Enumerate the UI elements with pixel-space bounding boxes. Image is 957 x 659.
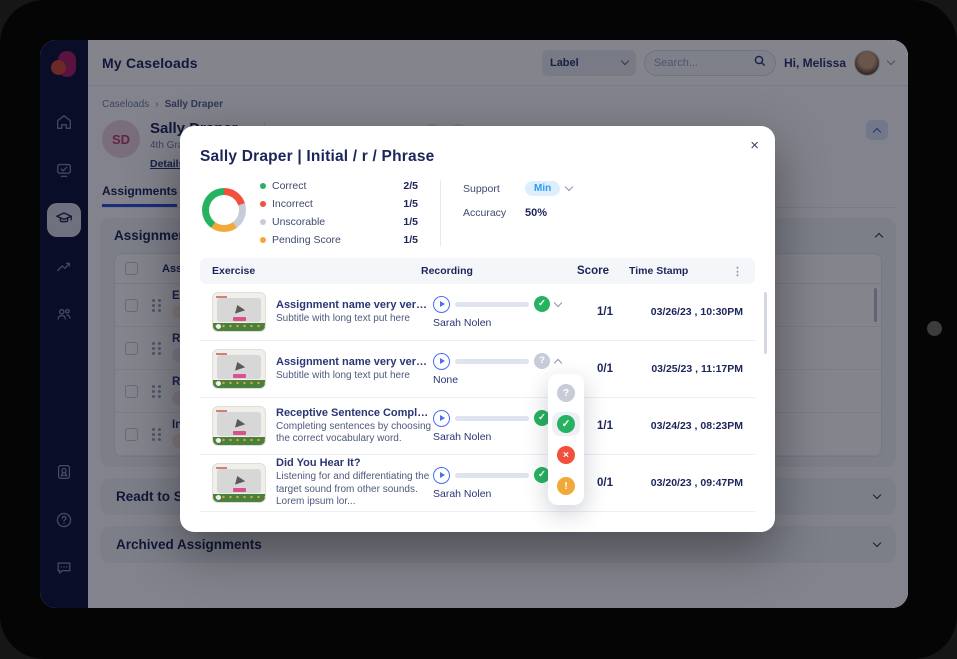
score-summary: Correct2/5 Incorrect1/5 Unscorable1/5 Pe…	[200, 180, 755, 246]
support-value-pill[interactable]: Min	[525, 181, 560, 196]
summary-divider	[440, 180, 441, 246]
play-button[interactable]	[433, 296, 450, 313]
legend-dot	[260, 183, 266, 189]
close-icon[interactable]: ×	[750, 138, 759, 153]
score-value: 0/1	[583, 477, 627, 489]
accuracy-label: Accuracy	[463, 207, 525, 219]
timestamp: 03/26/23 , 10:30PM	[627, 306, 743, 318]
play-button[interactable]	[433, 353, 450, 370]
exercise-thumbnail	[212, 292, 266, 332]
support-label: Support	[463, 183, 525, 195]
chevron-down-icon[interactable]	[554, 298, 562, 306]
exercise-row[interactable]: Assignment name very very vey long h....…	[200, 341, 755, 398]
score-legend: Correct2/5 Incorrect1/5 Unscorable1/5 Pe…	[260, 180, 418, 246]
legend-dot	[260, 237, 266, 243]
play-button[interactable]	[433, 467, 450, 484]
exercise-row[interactable]: Did You Hear It?Listening for and differ…	[200, 455, 755, 512]
legend-dot	[260, 201, 266, 207]
exercise-thumbnail	[212, 463, 266, 503]
recorder-name: Sarah Nolen	[433, 317, 583, 329]
progress-bar[interactable]	[455, 473, 529, 478]
exercise-row[interactable]: Receptive Sentence CompletionCompleting …	[200, 398, 755, 455]
timestamp: 03/20/23 , 09:47PM	[627, 477, 743, 489]
status-badge[interactable]: ✓	[534, 296, 550, 312]
frame-side-dot	[927, 321, 942, 336]
score-donut-chart	[202, 188, 246, 232]
accuracy-value: 50%	[525, 207, 547, 219]
exercise-thumbnail	[212, 349, 266, 389]
chevron-up-icon[interactable]	[554, 358, 562, 366]
chevron-down-icon[interactable]	[565, 183, 573, 191]
exercise-row[interactable]: Assignment name very very vey long here.…	[200, 284, 755, 341]
status-option-incorrect[interactable]: ×	[552, 443, 580, 467]
legend-dot	[260, 219, 266, 225]
modal-table-scrollbar[interactable]	[764, 292, 767, 354]
score-value: 1/1	[583, 420, 627, 432]
score-value: 0/1	[583, 363, 627, 375]
progress-bar[interactable]	[455, 359, 529, 364]
status-option-correct[interactable]: ✓	[552, 412, 580, 436]
exercise-table: Exercise Recording Score Time Stamp ⋮ As…	[200, 258, 755, 512]
status-option-unscorable[interactable]: ?	[552, 381, 580, 405]
progress-bar[interactable]	[455, 416, 529, 421]
score-status-dropdown: ? ✓ × !	[548, 374, 584, 505]
score-detail-modal: × Sally Draper | Initial / r / Phrase Co…	[180, 126, 775, 532]
timestamp: 03/25/23 , 11:17PM	[627, 363, 743, 375]
score-value: 1/1	[583, 306, 627, 318]
timestamp: 03/24/23 , 08:23PM	[627, 420, 743, 432]
status-option-pending[interactable]: !	[552, 474, 580, 498]
exercise-thumbnail	[212, 406, 266, 446]
status-badge[interactable]: ?	[534, 353, 550, 369]
kebab-menu-icon[interactable]: ⋮	[731, 265, 743, 278]
modal-title: Sally Draper | Initial / r / Phrase	[200, 148, 755, 166]
table-header: Exercise Recording Score Time Stamp ⋮	[200, 258, 755, 284]
play-button[interactable]	[433, 410, 450, 427]
progress-bar[interactable]	[455, 302, 529, 307]
